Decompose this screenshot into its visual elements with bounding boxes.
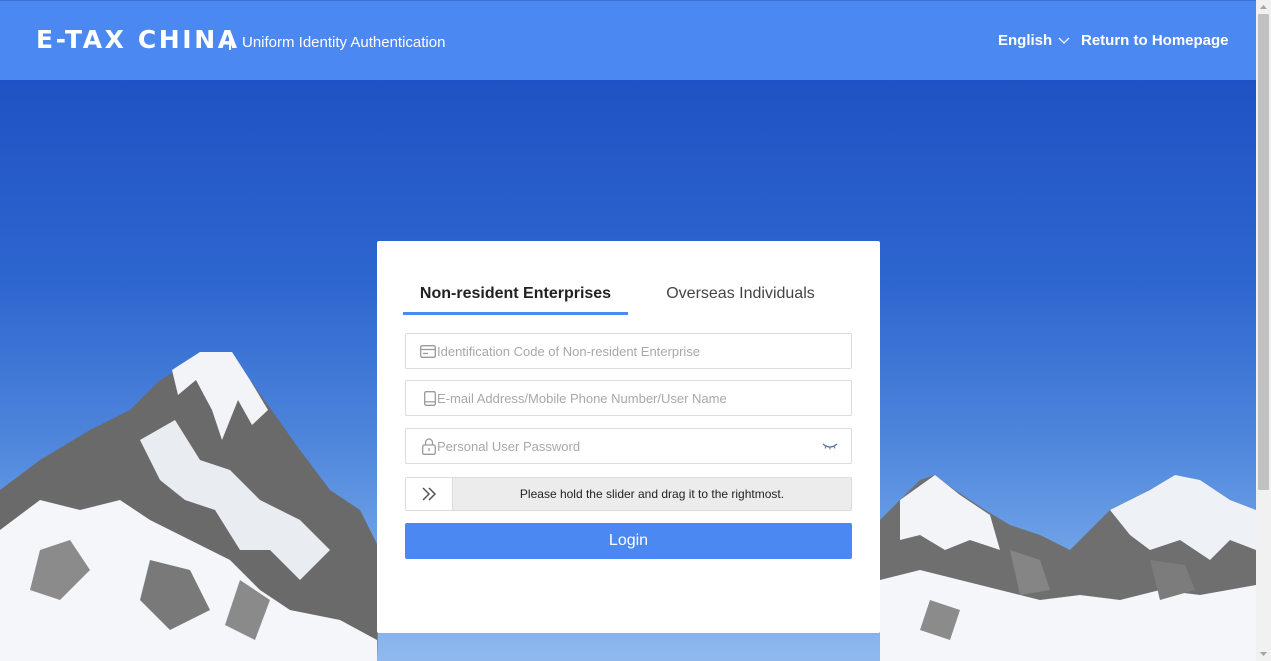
language-label: English <box>998 32 1053 49</box>
tab-non-resident-enterprises[interactable]: Non-resident Enterprises <box>403 271 628 315</box>
logo-divider <box>229 34 231 50</box>
phone-icon <box>406 381 436 415</box>
tab-label: Overseas Individuals <box>666 285 815 302</box>
login-button[interactable]: Login <box>405 523 852 559</box>
scroll-up-arrow-icon[interactable] <box>1256 0 1271 14</box>
id-code-input[interactable] <box>436 336 851 366</box>
id-card-icon <box>406 334 436 368</box>
chevron-down-icon <box>1058 37 1070 44</box>
account-input[interactable] <box>436 383 851 413</box>
scroll-down-arrow-icon[interactable] <box>1256 647 1271 661</box>
password-field <box>405 428 852 464</box>
language-selector[interactable]: English <box>998 32 1070 49</box>
top-header: E-TAX CHINA Uniform Identity Authenticat… <box>0 0 1256 80</box>
double-chevron-right-icon <box>422 487 437 501</box>
eye-closed-icon[interactable] <box>815 429 845 463</box>
password-input[interactable] <box>436 431 815 461</box>
active-tab-indicator <box>403 312 628 315</box>
header-subtitle: Uniform Identity Authentication <box>242 34 446 51</box>
login-tabs: Non-resident Enterprises Overseas Indivi… <box>403 271 853 315</box>
scrollbar-thumb[interactable] <box>1258 14 1269 490</box>
tab-overseas-individuals[interactable]: Overseas Individuals <box>628 271 853 315</box>
login-card: Non-resident Enterprises Overseas Indivi… <box>377 241 880 633</box>
slider-instruction: Please hold the slider and drag it to th… <box>519 487 785 501</box>
slider-captcha: Please hold the slider and drag it to th… <box>405 477 852 511</box>
vertical-scrollbar[interactable] <box>1256 0 1271 661</box>
site-logo[interactable]: E-TAX CHINA <box>36 25 240 54</box>
account-field <box>405 380 852 416</box>
lock-icon <box>406 429 436 463</box>
return-homepage-link[interactable]: Return to Homepage <box>1081 32 1229 49</box>
tab-label: Non-resident Enterprises <box>419 285 612 302</box>
slider-handle[interactable] <box>406 478 453 510</box>
id-code-field <box>405 333 852 369</box>
